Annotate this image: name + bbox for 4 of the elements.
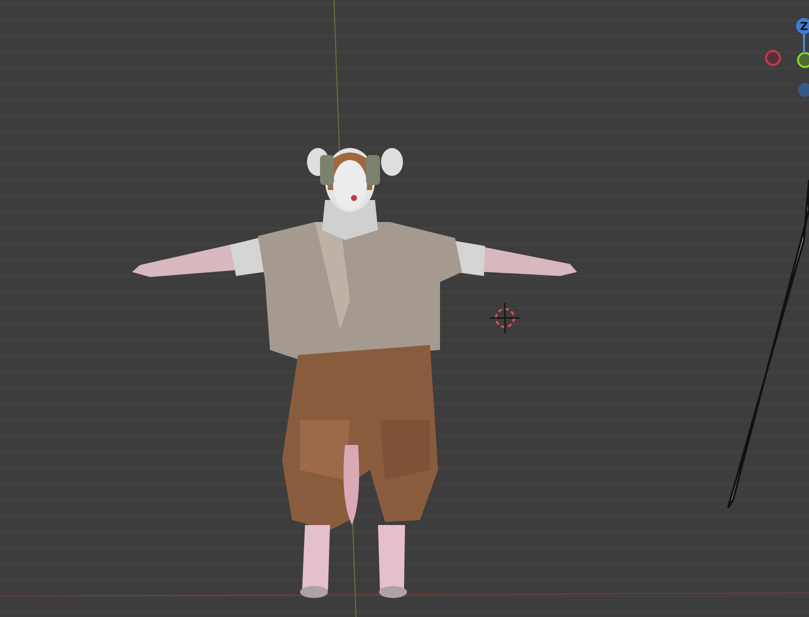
axis-label: Z bbox=[800, 20, 808, 33]
crosshair-cursor-icon bbox=[490, 303, 520, 333]
y-axis-gizmo-icon[interactable] bbox=[797, 52, 809, 68]
z-axis-gizmo-icon[interactable] bbox=[796, 18, 809, 53]
